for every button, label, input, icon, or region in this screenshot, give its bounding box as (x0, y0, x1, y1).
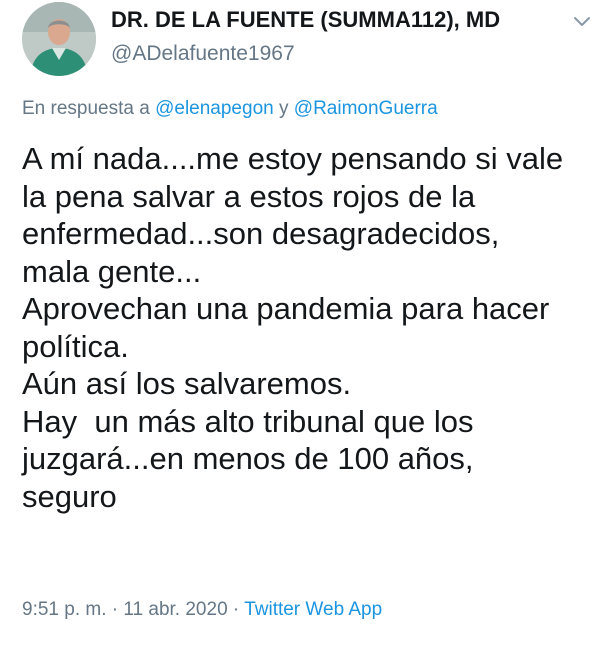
tweet-text-line: Aún así los salvaremos. (22, 366, 352, 401)
author-handle[interactable]: @ADelafuente1967 (111, 42, 295, 66)
tweet-text-line: juzgará...en menos de 100 años, (22, 441, 474, 476)
reply-connector: y (279, 98, 289, 119)
avatar-image (22, 2, 96, 76)
tweet-text-line: seguro (22, 478, 117, 514)
tweet-source-app[interactable]: Twitter Web App (244, 599, 382, 620)
chevron-down-icon[interactable] (571, 10, 593, 32)
tweet-card: DR. DE LA FUENTE (SUMMA112), MD @ADelafu… (0, 0, 615, 645)
author-display-name[interactable]: DR. DE LA FUENTE (SUMMA112), MD (111, 7, 500, 33)
reply-mention-elenapegon[interactable]: @elenapegon (155, 98, 274, 119)
meta-separator: · (232, 599, 240, 620)
tweet-text-line: política. (22, 328, 129, 364)
tweet-text: A mí nada....me estoy pensando si vale l… (22, 140, 607, 515)
tweet-text-line: Aprovechan una pandemia para hacer (22, 291, 550, 326)
tweet-text-line: A mí nada....me estoy pensando si vale (22, 141, 564, 176)
reply-context: En respuesta a @elenapegon y @RaimonGuer… (22, 98, 438, 120)
tweet-meta: 9:51 p. m. · 11 abr. 2020 · Twitter Web … (22, 599, 382, 621)
tweet-text-line: mala gente... (22, 253, 202, 289)
avatar[interactable] (22, 2, 96, 76)
tweet-text-line: la pena salvar a estos rojos de la (22, 178, 476, 214)
meta-separator: · (111, 599, 119, 620)
tweet-date[interactable]: 11 abr. 2020 (123, 599, 227, 620)
tweet-time[interactable]: 9:51 p. m. (22, 599, 107, 620)
tweet-text-line: enfermedad...son desagradecidos, (22, 216, 500, 251)
tweet-text-line: Hay un más alto tribunal que los (22, 403, 474, 439)
reply-mention-raimonguerra[interactable]: @RaimonGuerra (294, 98, 438, 119)
reply-prefix: En respuesta a (22, 98, 150, 119)
